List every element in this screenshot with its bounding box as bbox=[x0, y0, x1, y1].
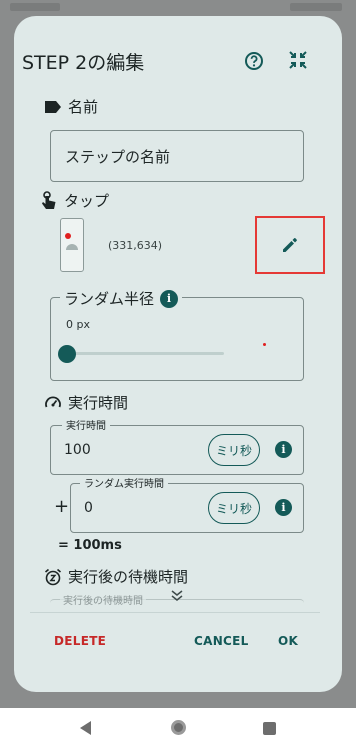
status-icons-left bbox=[10, 3, 60, 11]
random-exec-time-field-label: ランダム実行時間 bbox=[80, 475, 168, 490]
exec-time-section-header: 実行時間 bbox=[44, 392, 128, 413]
random-radius-value: 0 px bbox=[66, 318, 90, 331]
home-icon[interactable] bbox=[171, 720, 186, 735]
tap-section-header: タップ bbox=[40, 190, 109, 211]
speedometer-icon bbox=[44, 394, 62, 412]
name-section-label: 名前 bbox=[68, 98, 99, 116]
tap-section-label: タップ bbox=[64, 192, 110, 210]
random-radius-legend: ランダム半径 i bbox=[60, 288, 183, 309]
random-radius-box bbox=[50, 297, 304, 381]
random-exec-time-input[interactable] bbox=[70, 483, 304, 533]
random-radius-label: ランダム半径 bbox=[64, 290, 155, 308]
edit-tap-button[interactable] bbox=[255, 216, 325, 274]
divider bbox=[30, 612, 320, 613]
plus-sign: + bbox=[54, 496, 70, 517]
slider-thumb[interactable] bbox=[58, 345, 76, 363]
delete-button[interactable]: DELETE bbox=[54, 634, 106, 648]
tap-coordinates: (331,634) bbox=[108, 239, 163, 252]
status-icons-right bbox=[290, 3, 342, 11]
label-tag-icon bbox=[44, 98, 62, 116]
exec-time-section-label: 実行時間 bbox=[68, 394, 129, 412]
pencil-edit-icon bbox=[283, 238, 297, 252]
recent-apps-icon[interactable] bbox=[263, 722, 276, 735]
back-icon[interactable] bbox=[80, 721, 91, 735]
dialog-title: STEP 2の編集 bbox=[22, 52, 145, 74]
info-icon[interactable]: i bbox=[275, 499, 292, 516]
info-icon[interactable]: i bbox=[160, 289, 179, 308]
wait-time-section-label: 実行後の待機時間 bbox=[68, 568, 189, 586]
help-circle-icon[interactable] bbox=[244, 51, 264, 71]
name-section-header: 名前 bbox=[44, 96, 98, 117]
wait-time-field-label: 実行後の待機時間 bbox=[60, 592, 146, 607]
chevron-down-icon[interactable] bbox=[170, 589, 184, 603]
alarm-snooze-icon bbox=[44, 568, 62, 586]
screen-thumbnail[interactable] bbox=[60, 218, 84, 272]
collapse-arrows-icon[interactable] bbox=[288, 50, 308, 70]
tap-position-dot bbox=[65, 233, 71, 239]
random-radius-slider[interactable] bbox=[70, 352, 224, 355]
info-icon[interactable]: i bbox=[275, 441, 292, 458]
total-exec-time: = 100ms bbox=[58, 538, 122, 553]
random-exec-time-value[interactable]: 0 bbox=[84, 500, 93, 516]
cancel-button[interactable]: CANCEL bbox=[194, 634, 249, 648]
exec-time-unit-button[interactable]: ミリ秒 bbox=[208, 434, 260, 466]
radius-preview-dot bbox=[263, 343, 266, 346]
touch-hand-icon bbox=[40, 190, 58, 210]
exec-time-value[interactable]: 100 bbox=[64, 442, 91, 458]
random-exec-time-unit-button[interactable]: ミリ秒 bbox=[208, 492, 260, 524]
exec-time-field-label: 実行時間 bbox=[62, 417, 110, 432]
wait-time-section-header: 実行後の待機時間 bbox=[44, 566, 188, 587]
android-icon bbox=[66, 244, 78, 250]
ok-button[interactable]: OK bbox=[278, 634, 298, 648]
step-name-input[interactable]: ステップの名前 bbox=[50, 130, 304, 182]
